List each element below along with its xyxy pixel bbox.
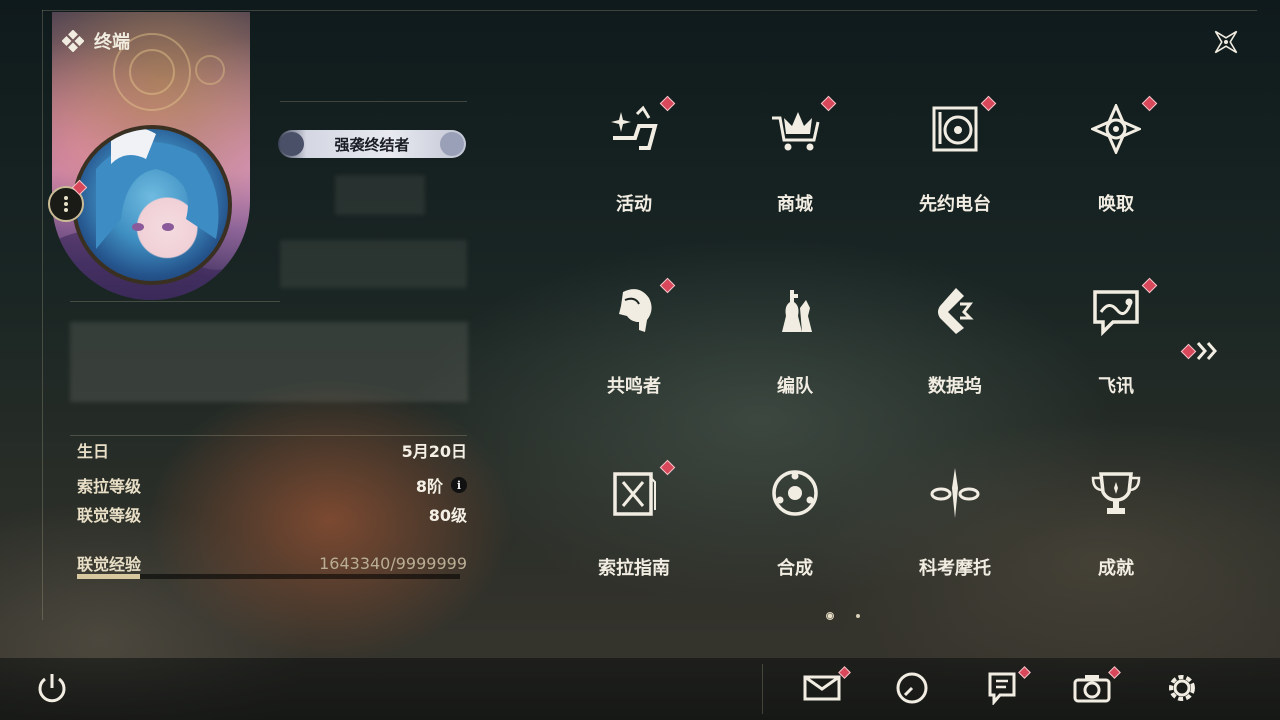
menu-item-label: 共鸣者 <box>607 376 661 397</box>
chess-pieces-icon <box>782 290 812 332</box>
menu-item-label: 编队 <box>777 376 813 397</box>
cart-crown-icon <box>772 112 820 151</box>
close-icon <box>1214 30 1238 54</box>
power-icon <box>38 674 66 703</box>
card-bottom-line <box>70 301 280 302</box>
redacted-uid <box>280 240 467 288</box>
mail-button[interactable] <box>802 666 851 708</box>
title-chip[interactable]: 强袭终结者 <box>278 130 466 158</box>
stat-value: 5月20日 <box>401 442 467 461</box>
exp-value: 1643340/9999999 <box>319 553 467 573</box>
menu-item-messages[interactable]: 飞讯 <box>1056 276 1176 416</box>
camera-button[interactable] <box>1072 666 1121 708</box>
bottom-divider <box>762 664 763 714</box>
menu-item-synthesis[interactable]: 合成 <box>735 458 855 598</box>
menu-item-radio[interactable]: 先约电台 <box>895 94 1015 234</box>
character-head-icon <box>619 289 652 332</box>
stat-union-level: 联觉等级 80级 <box>77 502 467 526</box>
page-header: 终端 <box>62 28 130 54</box>
clock-icon <box>896 672 928 704</box>
menu-item-resonators[interactable]: 共鸣者 <box>574 276 694 416</box>
terminal-logo-icon <box>62 30 84 52</box>
menu-item-label: 先约电台 <box>919 194 991 215</box>
notification-badge <box>820 95 837 112</box>
stat-birthday: 生日 5月20日 <box>77 438 467 462</box>
compass-star-icon <box>1091 104 1141 154</box>
next-page-button[interactable] <box>1180 338 1224 364</box>
guide-book-icon <box>613 472 656 516</box>
stat-label: 联觉等级 <box>77 506 142 525</box>
notification-badge <box>1141 277 1158 294</box>
notice-button[interactable] <box>982 666 1031 708</box>
exp-progress-fill <box>77 574 140 579</box>
camera-icon <box>1073 675 1111 703</box>
stat-value: 80级 <box>428 506 467 525</box>
notification-badge <box>659 95 676 112</box>
redacted-signature <box>70 322 468 402</box>
page-title: 终端 <box>94 32 130 53</box>
menu-item-label: 活动 <box>616 194 652 215</box>
power-button[interactable] <box>32 668 72 708</box>
menu-item-label: 唤取 <box>1098 194 1134 215</box>
menu-item-label: 飞讯 <box>1098 376 1134 397</box>
stat-union-exp: 联觉经验 1643340/9999999 <box>77 551 467 575</box>
menu-item-activity[interactable]: 活动 <box>574 94 694 234</box>
chat-bubble-icon <box>1093 290 1139 336</box>
info-icon[interactable]: i <box>451 477 467 493</box>
menu-item-team[interactable]: 编队 <box>735 276 855 416</box>
menu-item-convene[interactable]: 唤取 <box>1056 94 1176 234</box>
menu-item-label: 数据坞 <box>928 376 982 397</box>
trophy-icon <box>1091 472 1141 514</box>
more-dots-icon <box>64 195 68 213</box>
menu-item-motorcycle[interactable]: 科考摩托 <box>895 458 1015 598</box>
menu-item-label: 科考摩托 <box>919 558 991 579</box>
data-dock-icon <box>938 288 974 334</box>
notification-badge <box>980 95 997 112</box>
chip-top-line <box>280 101 467 102</box>
page-dot-active[interactable] <box>826 612 834 620</box>
menu-item-sola-guide[interactable]: 索拉指南 <box>574 458 694 598</box>
turntable-icon <box>932 106 978 152</box>
menu-item-label: 索拉指南 <box>598 558 670 579</box>
menu-item-achievements[interactable]: 成就 <box>1056 458 1176 598</box>
menu-item-shop[interactable]: 商城 <box>735 94 855 234</box>
stat-sola-level: 索拉等级 8阶 i <box>77 473 467 497</box>
chip-emblem-icon <box>280 132 304 156</box>
clock-button[interactable] <box>892 668 932 708</box>
mail-icon <box>803 675 841 701</box>
title-chip-label: 强袭终结者 <box>334 135 410 154</box>
notification-badge <box>1141 95 1158 112</box>
notification-badge <box>659 277 676 294</box>
avatar-portrait <box>96 129 219 249</box>
exp-progress-bar <box>77 574 460 579</box>
stat-label: 生日 <box>77 442 110 461</box>
stat-label: 索拉等级 <box>77 477 142 496</box>
stat-label: 联觉经验 <box>77 555 142 574</box>
menu-item-data-bank[interactable]: 数据坞 <box>895 276 1015 416</box>
redacted-name <box>335 175 425 215</box>
synthesis-icon <box>772 470 818 516</box>
stat-value: 8阶 <box>415 477 443 496</box>
stats-top-line <box>70 435 467 436</box>
gear-icon <box>1169 675 1195 701</box>
menu-item-label: 商城 <box>777 194 813 215</box>
motorcycle-icon <box>930 468 980 518</box>
frame-left-line <box>42 10 43 620</box>
settings-button[interactable] <box>1162 668 1202 708</box>
notice-icon <box>988 672 1016 705</box>
double-chevron-right-icon <box>1196 342 1217 360</box>
chip-flower-icon <box>440 132 464 156</box>
notification-badge <box>659 459 676 476</box>
menu-item-label: 合成 <box>777 558 813 579</box>
page-dot[interactable] <box>856 614 860 618</box>
frame-top-line <box>42 10 1257 11</box>
pagination <box>826 612 860 620</box>
sparkle-icon <box>611 105 658 150</box>
menu-item-label: 成就 <box>1098 558 1134 579</box>
avatar[interactable] <box>72 125 232 285</box>
close-button[interactable] <box>1200 20 1252 64</box>
